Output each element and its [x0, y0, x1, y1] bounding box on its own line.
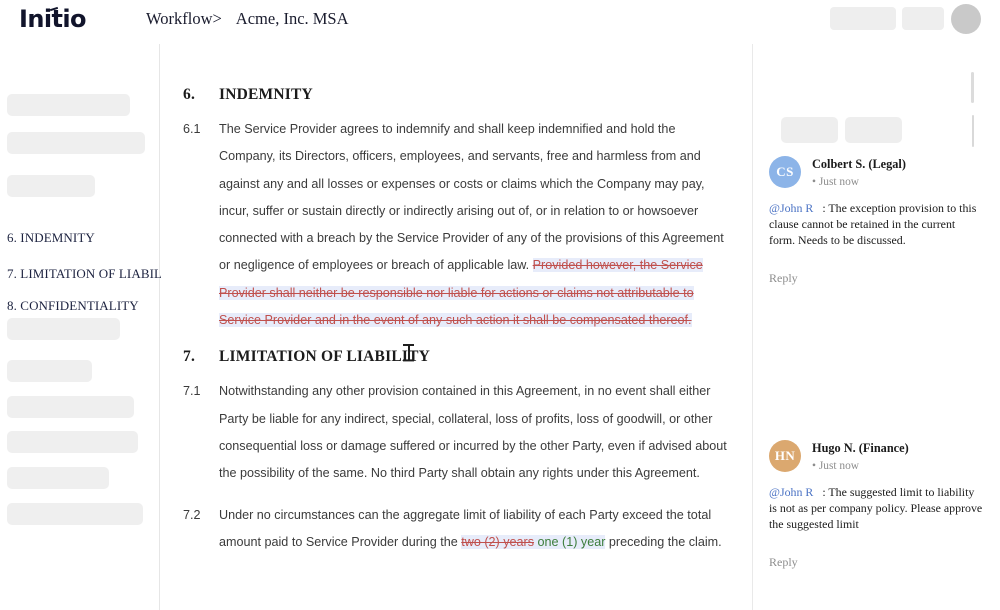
app-logo[interactable]: Initio	[19, 5, 86, 33]
comment-card[interactable]: CS Colbert S. (Legal) • Just now @John R: T…	[753, 156, 1000, 286]
inserted-text: one (1) year	[537, 534, 606, 549]
clause: 7.1 Notwithstanding any other provision c…	[183, 378, 732, 487]
sidebar-skeleton-1	[7, 94, 130, 116]
breadcrumb: Workflow> Acme, Inc. MSA	[146, 9, 349, 29]
sidebar-skeleton-7	[7, 431, 138, 453]
clause-text[interactable]: Under no circumstances can the aggregate…	[219, 502, 732, 557]
body-text: Notwithstanding any other provision cont…	[219, 384, 727, 481]
sidebar-nav-item-3[interactable]: 8. CONFIDENTIALITY	[7, 298, 139, 314]
comment-mention-link[interactable]: @John R	[769, 201, 813, 215]
header-action-button-1[interactable]	[830, 7, 896, 30]
comment-card[interactable]: HN Hugo N. (Finance) • Just now @John R: Th…	[753, 440, 1000, 570]
clause-number: 7.2	[183, 507, 201, 522]
comment-avatar[interactable]: CS	[769, 156, 801, 188]
comment-body: @John R: The exception provision to this…	[769, 200, 983, 249]
comments-filter-button-2[interactable]	[845, 117, 902, 143]
section-heading: 7. LIMITATION OF LIABILITY	[183, 348, 732, 366]
comment-header: HN Hugo N. (Finance) • Just now	[769, 440, 983, 474]
clause: 7.2 Under no circumstances can the aggreg…	[183, 502, 732, 557]
sidebar-nav-item-2[interactable]: 7. LIMITATION OF LIABILITY	[7, 266, 184, 282]
section-heading: 6. INDEMNITY	[183, 86, 732, 104]
sidebar-skeleton-3	[7, 175, 95, 197]
comments-scrollbar[interactable]	[972, 115, 974, 147]
left-sidebar: 6. INDEMNITY 7. LIMITATION OF LIABILITY 8.…	[0, 44, 184, 610]
sidebar-skeleton-5	[7, 360, 92, 382]
comments-panel: CS Colbert S. (Legal) • Just now @John R: T…	[752, 44, 1000, 610]
sidebar-skeleton-2	[7, 132, 145, 154]
comment-mention-link[interactable]: @John R	[769, 485, 813, 499]
clause-text[interactable]: The Service Provider agrees to indemnify…	[219, 116, 732, 334]
sidebar-nav-item-1[interactable]: 6. INDEMNITY	[7, 230, 95, 246]
highlight-gap	[534, 534, 538, 549]
document-content: 6. INDEMNITY 6.1 The Service Provider agree…	[161, 44, 752, 556]
comment-timestamp: • Just now	[812, 460, 860, 472]
sidebar-skeleton-6	[7, 396, 134, 418]
user-avatar[interactable]	[951, 4, 981, 34]
sidebar-skeleton-9	[7, 503, 143, 525]
comment-reply-button[interactable]: Reply	[769, 555, 983, 570]
section-title: LIMITATION OF LIABILITY	[219, 348, 431, 366]
document-pane[interactable]: 6. INDEMNITY 6.1 The Service Provider agree…	[161, 44, 752, 610]
page-scrollbar-thumb[interactable]	[971, 72, 974, 103]
comment-avatar[interactable]: HN	[769, 440, 801, 472]
comment-author: Colbert S. (Legal)	[812, 157, 906, 171]
header-action-button-2[interactable]	[902, 7, 944, 30]
section-title: INDEMNITY	[219, 86, 313, 103]
sidebar-skeleton-8	[7, 467, 109, 489]
section-number: 7.	[183, 348, 196, 366]
comment-header: CS Colbert S. (Legal) • Just now	[769, 156, 983, 190]
comment-author: Hugo N. (Finance)	[812, 441, 909, 455]
logo-text-accent: t	[51, 5, 63, 33]
body-text: preceding the claim.	[605, 534, 722, 549]
section-number: 6.	[183, 86, 196, 103]
logo-text-part2: io	[62, 5, 86, 33]
breadcrumb-workflow[interactable]: Workflow>	[146, 9, 222, 29]
comments-filter-button-1[interactable]	[781, 117, 838, 143]
logo-text-part1: Ini	[19, 5, 52, 33]
comment-timestamp: • Just now	[812, 176, 860, 188]
top-header: Initio Workflow> Acme, Inc. MSA	[0, 0, 1000, 44]
clause-number: 7.1	[183, 384, 201, 399]
clause: 6.1 The Service Provider agrees to indemn…	[183, 116, 732, 334]
body-text: The Service Provider agrees to indemnify…	[219, 122, 724, 273]
comment-body: @John R: The suggested limit to liabilit…	[769, 484, 983, 533]
sidebar-skeleton-4	[7, 318, 120, 340]
comment-meta: Colbert S. (Legal) • Just now	[812, 156, 906, 190]
breadcrumb-document-title[interactable]: Acme, Inc. MSA	[236, 9, 349, 28]
deleted-text: two (2) years	[461, 534, 535, 549]
clause-text[interactable]: Notwithstanding any other provision cont…	[219, 378, 732, 487]
clause-number: 6.1	[183, 122, 201, 136]
application-window: Initio Workflow> Acme, Inc. MSA 6. INDEMN…	[0, 0, 1000, 610]
comment-reply-button[interactable]: Reply	[769, 271, 983, 286]
comment-meta: Hugo N. (Finance) • Just now	[812, 440, 909, 474]
